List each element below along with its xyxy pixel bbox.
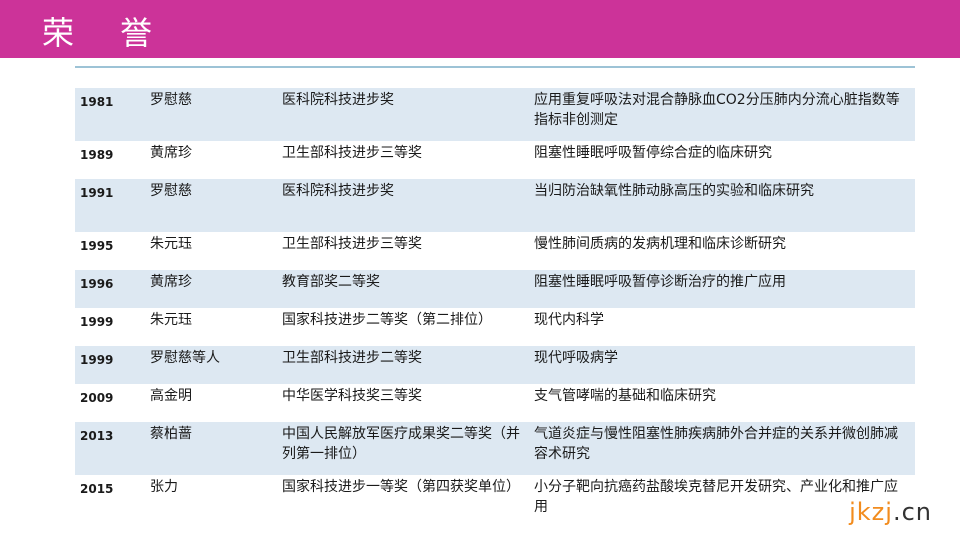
project-cell: 应用重复呼吸法对混合静脉血CO2分压肺内分流心脏指数等指标非创测定 bbox=[534, 92, 900, 128]
project-cell: 支气管哮喘的基础和临床研究 bbox=[534, 388, 716, 404]
year-cell: 2013 bbox=[80, 429, 114, 443]
name-cell: 蔡柏蔷 bbox=[150, 426, 192, 442]
table-top-rule bbox=[75, 66, 915, 68]
header-bar: 荣 誉 bbox=[0, 0, 960, 58]
award-cell: 医科院科技进步奖 bbox=[282, 92, 394, 108]
honors-table: 1981 罗慰慈 医科院科技进步奖 应用重复呼吸法对混合静脉血CO2分压肺内分流… bbox=[75, 66, 915, 528]
award-cell: 卫生部科技进步三等奖 bbox=[282, 236, 422, 252]
project-cell: 慢性肺间质病的发病机理和临床诊断研究 bbox=[534, 236, 786, 252]
award-cell: 卫生部科技进步三等奖 bbox=[282, 145, 422, 161]
table-row: 2015 张力 国家科技进步一等奖（第四获奖单位） 小分子靶向抗癌药盐酸埃克替尼… bbox=[75, 475, 915, 528]
page-title: 荣 誉 bbox=[42, 14, 171, 52]
table-row: 1981 罗慰慈 医科院科技进步奖 应用重复呼吸法对混合静脉血CO2分压肺内分流… bbox=[75, 88, 915, 141]
project-cell: 现代内科学 bbox=[534, 312, 604, 328]
table-row: 1999 朱元珏 国家科技进步二等奖（第二排位） 现代内科学 bbox=[75, 308, 915, 346]
name-cell: 黄席珍 bbox=[150, 274, 192, 290]
project-cell: 气道炎症与慢性阻塞性肺疾病肺外合并症的关系并微创肺减容术研究 bbox=[534, 426, 898, 462]
name-cell: 朱元珏 bbox=[150, 312, 192, 328]
logo-text-main: jkzj bbox=[849, 498, 893, 526]
table-row: 2013 蔡柏蔷 中国人民解放军医疗成果奖二等奖（并列第一排位） 气道炎症与慢性… bbox=[75, 422, 915, 475]
name-cell: 朱元珏 bbox=[150, 236, 192, 252]
table-row: 1989 黄席珍 卫生部科技进步三等奖 阻塞性睡眠呼吸暂停综合症的临床研究 bbox=[75, 141, 915, 179]
project-cell: 当归防治缺氧性肺动脉高压的实验和临床研究 bbox=[534, 183, 814, 199]
table-row: 1996 黄席珍 教育部奖二等奖 阻塞性睡眠呼吸暂停诊断治疗的推广应用 bbox=[75, 270, 915, 308]
table-row: 1999 罗慰慈等人 卫生部科技进步二等奖 现代呼吸病学 bbox=[75, 346, 915, 384]
project-cell: 阻塞性睡眠呼吸暂停诊断治疗的推广应用 bbox=[534, 274, 786, 290]
year-cell: 1995 bbox=[80, 239, 114, 253]
year-cell: 2015 bbox=[80, 482, 114, 496]
year-cell: 1996 bbox=[80, 277, 114, 291]
award-cell: 医科院科技进步奖 bbox=[282, 183, 394, 199]
year-cell: 1991 bbox=[80, 186, 114, 200]
award-cell: 中国人民解放军医疗成果奖二等奖（并列第一排位） bbox=[282, 426, 520, 462]
table-row: 2009 高金明 中华医学科技奖三等奖 支气管哮喘的基础和临床研究 bbox=[75, 384, 915, 422]
award-cell: 国家科技进步一等奖（第四获奖单位） bbox=[282, 479, 520, 495]
year-cell: 2009 bbox=[80, 391, 114, 405]
name-cell: 罗慰慈 bbox=[150, 183, 192, 199]
name-cell: 张力 bbox=[150, 479, 178, 495]
name-cell: 罗慰慈等人 bbox=[150, 350, 220, 366]
year-cell: 1999 bbox=[80, 315, 114, 329]
table-row: 1991 罗慰慈 医科院科技进步奖 当归防治缺氧性肺动脉高压的实验和临床研究 bbox=[75, 179, 915, 232]
name-cell: 罗慰慈 bbox=[150, 92, 192, 108]
award-cell: 卫生部科技进步二等奖 bbox=[282, 350, 422, 366]
award-cell: 国家科技进步二等奖（第二排位） bbox=[282, 312, 492, 328]
name-cell: 高金明 bbox=[150, 388, 192, 404]
site-logo: jkzj.cn bbox=[849, 498, 932, 526]
name-cell: 黄席珍 bbox=[150, 145, 192, 161]
award-cell: 教育部奖二等奖 bbox=[282, 274, 380, 290]
project-cell: 阻塞性睡眠呼吸暂停综合症的临床研究 bbox=[534, 145, 772, 161]
year-cell: 1989 bbox=[80, 148, 114, 162]
year-cell: 1999 bbox=[80, 353, 114, 367]
year-cell: 1981 bbox=[80, 95, 114, 109]
table-row: 1995 朱元珏 卫生部科技进步三等奖 慢性肺间质病的发病机理和临床诊断研究 bbox=[75, 232, 915, 270]
award-cell: 中华医学科技奖三等奖 bbox=[282, 388, 422, 404]
project-cell: 现代呼吸病学 bbox=[534, 350, 618, 366]
logo-text-domain: .cn bbox=[892, 498, 932, 526]
